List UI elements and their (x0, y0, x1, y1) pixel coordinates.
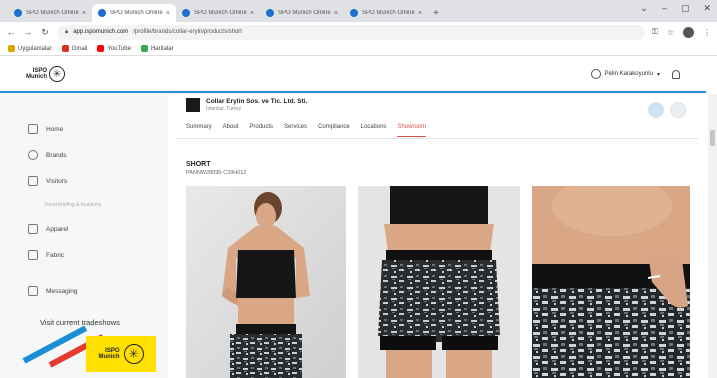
lock-icon: 🔒︎ (65, 28, 69, 35)
main-content: Collar Erylin Sos. ve Tic. Ltd. Sti. Ist… (168, 94, 706, 378)
tab-summary[interactable]: Summary (186, 124, 212, 137)
close-tab-icon[interactable]: × (334, 10, 338, 17)
bookmark-gmail[interactable]: Gmail (61, 45, 87, 52)
apps-icon (8, 45, 15, 52)
gmail-icon (61, 45, 69, 52)
back-icon[interactable]: ← (6, 27, 16, 37)
company-logo (186, 98, 200, 112)
product-title: SHORT (186, 161, 211, 168)
tab-about[interactable]: About (223, 124, 239, 137)
company-name: Collar Erylin Sos. ve Tic. Ltd. Sti. (206, 98, 308, 105)
company-subtabs: Summary About Products Services Complian… (186, 124, 427, 137)
close-tab-icon[interactable]: × (166, 10, 170, 17)
tab-compliance[interactable]: Compliance (318, 124, 350, 137)
sidebar-item-visitors[interactable]: Visitors (28, 176, 67, 186)
profile-avatar-icon[interactable] (683, 26, 694, 38)
close-tab-icon[interactable]: × (82, 10, 86, 17)
close-tab-icon[interactable]: × (250, 10, 254, 17)
new-tab-button[interactable]: + (428, 4, 444, 22)
site-favicon-icon (182, 9, 190, 17)
bookmark-youtube[interactable]: YouTube (97, 45, 131, 52)
browser-tab[interactable]: SPO Munich Online × (8, 4, 92, 22)
sidebar-item-brands[interactable]: Brands (28, 150, 67, 160)
home-icon (28, 124, 38, 134)
youtube-icon (97, 45, 105, 52)
company-country: Istanbul, Turkey (206, 106, 242, 112)
scrollbar-thumb[interactable] (710, 130, 715, 146)
window-controls: ⌄ – ▢ ✕ (640, 3, 711, 14)
close-tab-icon[interactable]: × (418, 10, 422, 17)
product-photo-detail[interactable] (532, 186, 690, 378)
bell-icon[interactable] (672, 69, 680, 79)
close-window-icon[interactable]: ✕ (703, 3, 711, 14)
browser-tab[interactable]: SPO Munich Online × (176, 4, 260, 22)
address-bar: ← → ↻ 🔒︎ app.ispomunich.com/profile/bran… (0, 22, 717, 42)
menu-icon[interactable]: ⋮ (703, 28, 711, 37)
tab-locations[interactable]: Locations (361, 124, 387, 137)
bookmark-maps[interactable]: Haritalar (140, 45, 174, 52)
chat-icon (28, 286, 38, 296)
sidebar-item-fabric[interactable]: Fabric (28, 250, 64, 260)
tab-services[interactable]: Services (284, 124, 307, 137)
tab-search-icon[interactable]: ⌄ (640, 3, 648, 14)
more-options-icon[interactable] (670, 102, 686, 118)
user-name: Pelin Karakoyunlu (604, 71, 653, 77)
product-code: PANNW28095-C39H012 (186, 170, 247, 176)
tag-icon (28, 150, 38, 160)
divider (176, 138, 698, 139)
user-menu[interactable]: Pelin Karakoyunlu ▾ (590, 69, 660, 79)
site-favicon-icon (14, 9, 22, 17)
promo-banner[interactable]: ISPO Munich ✳ (20, 325, 160, 374)
key-icon[interactable]: ⚿ (652, 27, 658, 37)
browser-tab[interactable]: SPO Munich Online × (344, 4, 428, 22)
sidebar-item-home[interactable]: Home (28, 124, 63, 134)
product-photo-back[interactable] (358, 186, 520, 378)
ispo-emblem-icon: ✳ (123, 344, 144, 364)
url-input[interactable]: 🔒︎ app.ispomunich.com/profile/brands/col… (57, 24, 645, 40)
chat-bubble-icon[interactable] (648, 102, 664, 118)
user-avatar-icon (590, 69, 601, 79)
tab-showroom[interactable]: Showroom (397, 124, 427, 137)
company-header: Collar Erylin Sos. ve Tic. Ltd. Sti. Ist… (186, 98, 307, 112)
browser-tab[interactable]: SPO Munich Online × (260, 4, 344, 22)
page-scrollbar[interactable] (708, 94, 717, 378)
sidebar-sub-label[interactable]: Trend briefing & Academy (44, 202, 101, 208)
app-header: ISPO Munich ✳ Pelin Karakoyunlu ▾ (0, 57, 706, 93)
site-favicon-icon (350, 9, 358, 17)
browser-tab-active[interactable]: SPO Munich Online × (92, 4, 176, 22)
site-favicon-icon (98, 9, 106, 17)
sidebar-item-messaging[interactable]: Messaging (28, 286, 77, 296)
reload-icon[interactable]: ↻ (40, 27, 50, 38)
maximize-icon[interactable]: ▢ (681, 3, 690, 14)
site-favicon-icon (266, 9, 274, 17)
shirt-icon (28, 224, 38, 234)
people-icon (28, 176, 38, 186)
tab-products[interactable]: Products (249, 124, 273, 137)
bookmarks-bar: Uygulamalar Gmail YouTube Haritalar (0, 42, 717, 56)
forward-icon[interactable]: → (23, 27, 33, 37)
maps-icon (140, 45, 148, 52)
bookmark-apps[interactable]: Uygulamalar (8, 45, 52, 52)
sidebar-item-apparel[interactable]: Apparel (28, 224, 68, 234)
minimize-icon[interactable]: – (662, 3, 667, 14)
fabric-icon (28, 250, 38, 260)
browser-tab-bar: SPO Munich Online × SPO Munich Online × … (0, 0, 717, 22)
visit-tradeshows-label[interactable]: Visit current tradeshows (40, 318, 120, 327)
sidebar: Home Brands Visitors Trend briefing & Ac… (0, 94, 168, 378)
ispo-emblem-icon: ✳ (49, 66, 65, 82)
ispo-logo[interactable]: ISPO Munich ✳ (26, 66, 65, 82)
chevron-down-icon: ▾ (656, 71, 660, 78)
product-photo-front[interactable] (186, 186, 346, 378)
star-icon[interactable]: ☆ (667, 28, 674, 37)
